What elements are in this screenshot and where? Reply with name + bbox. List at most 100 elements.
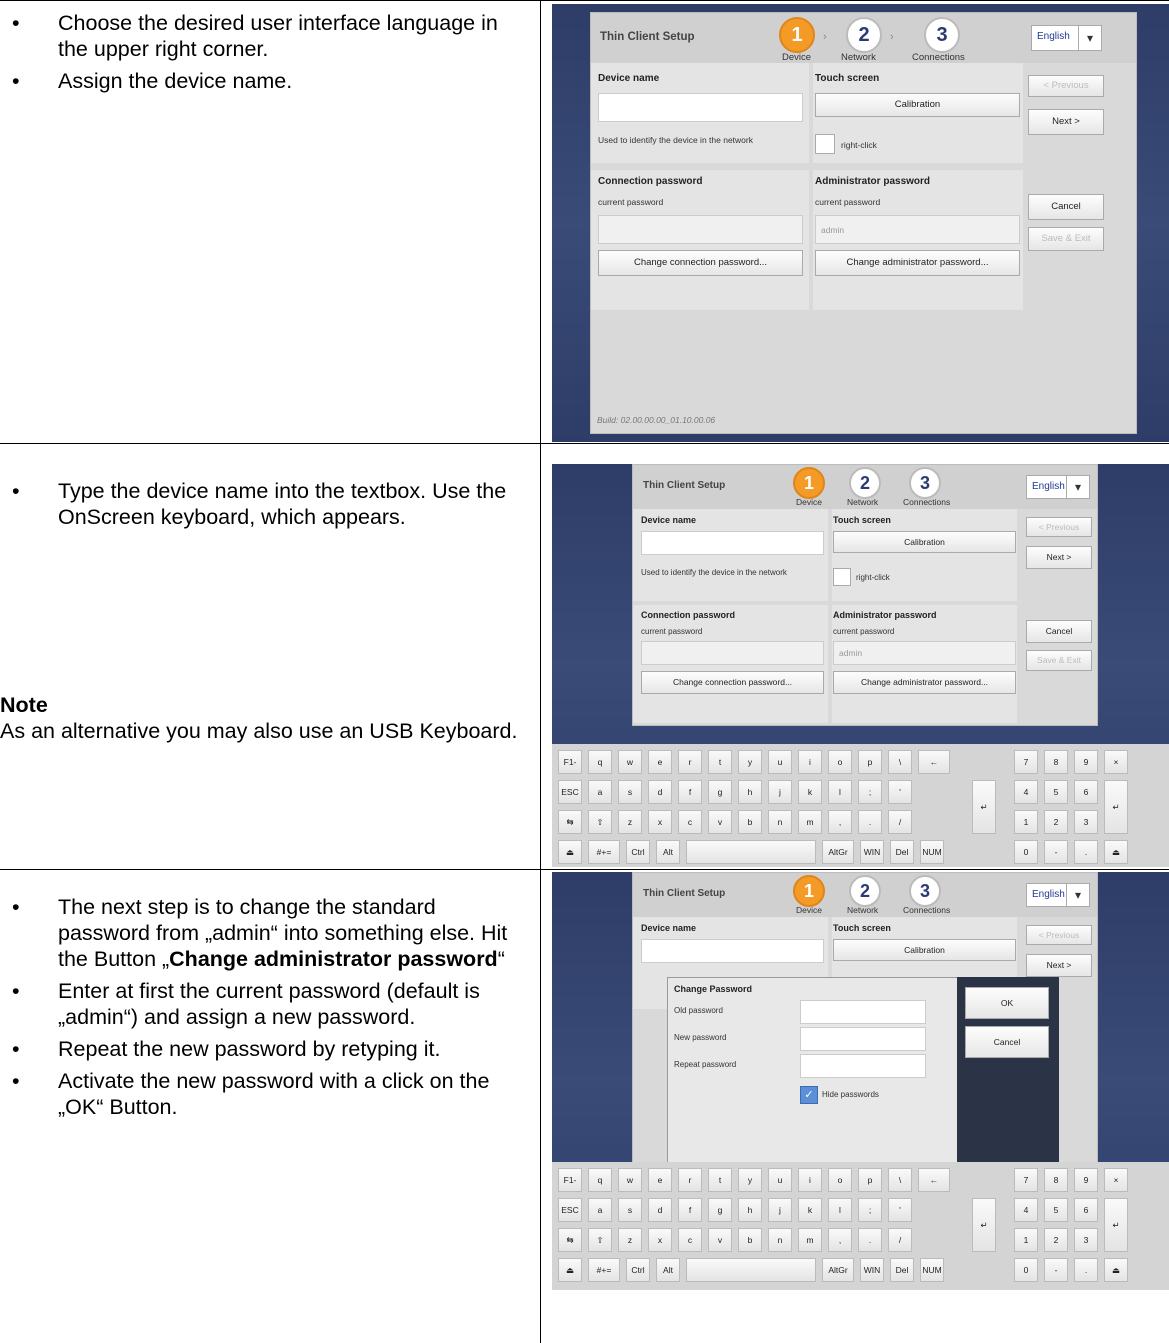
- right-click-checkbox[interactable]: [833, 568, 851, 586]
- keyboard-key[interactable]: ;: [858, 780, 882, 804]
- keyboard-key[interactable]: ⇆: [558, 1228, 582, 1252]
- numpad-key[interactable]: -: [1044, 1258, 1068, 1282]
- next-button[interactable]: Next >: [1026, 954, 1092, 977]
- language-select[interactable]: English ▾: [1026, 475, 1090, 499]
- device-name-input[interactable]: [598, 93, 803, 122]
- keyboard-key[interactable]: j: [768, 780, 792, 804]
- keyboard-key[interactable]: ←: [918, 750, 950, 774]
- cancel-button[interactable]: Cancel: [1026, 620, 1092, 643]
- keyboard-key[interactable]: w: [618, 1168, 642, 1192]
- keyboard-key[interactable]: p: [858, 750, 882, 774]
- eject-icon[interactable]: ⏏: [1104, 1258, 1128, 1282]
- checkmark-icon[interactable]: ✓: [800, 1086, 818, 1104]
- keyboard-key[interactable]: j: [768, 1198, 792, 1222]
- keyboard-key[interactable]: ;: [858, 1198, 882, 1222]
- keyboard-key[interactable]: ,: [828, 1228, 852, 1252]
- numpad-key[interactable]: .: [1074, 1258, 1098, 1282]
- keyboard-key[interactable]: o: [828, 1168, 852, 1192]
- numpad-key[interactable]: 1: [1014, 810, 1038, 834]
- keyboard-key[interactable]: NUM: [920, 840, 944, 864]
- space-key[interactable]: [686, 1258, 816, 1282]
- keyboard-key[interactable]: #+=: [588, 840, 620, 864]
- step-2-icon[interactable]: 2: [849, 467, 881, 499]
- language-select[interactable]: English ▾: [1031, 25, 1102, 51]
- keyboard-key[interactable]: ,: [828, 810, 852, 834]
- keyboard-key[interactable]: Ctrl: [626, 840, 650, 864]
- numpad-key[interactable]: 4: [1014, 1198, 1038, 1222]
- keyboard-key[interactable]: ': [888, 780, 912, 804]
- keyboard-key[interactable]: s: [618, 780, 642, 804]
- keyboard-key[interactable]: Ctrl: [626, 1258, 650, 1282]
- step-3-icon[interactable]: 3: [924, 17, 960, 53]
- keyboard-key[interactable]: x: [648, 810, 672, 834]
- step-2-icon[interactable]: 2: [849, 875, 881, 907]
- numpad-key[interactable]: -: [1044, 840, 1068, 864]
- change-admin-password-button[interactable]: Change administrator password...: [815, 250, 1020, 276]
- keyboard-key[interactable]: l: [828, 780, 852, 804]
- keyboard-key[interactable]: c: [678, 1228, 702, 1252]
- keyboard-key[interactable]: h: [738, 780, 762, 804]
- keyboard-key[interactable]: ESC: [558, 780, 582, 804]
- keyboard-key[interactable]: Alt: [656, 840, 680, 864]
- keyboard-key[interactable]: u: [768, 1168, 792, 1192]
- calibration-button[interactable]: Calibration: [833, 939, 1016, 961]
- keyboard-key[interactable]: \: [888, 750, 912, 774]
- previous-button[interactable]: < Previous: [1026, 925, 1092, 945]
- keyboard-key[interactable]: g: [708, 1198, 732, 1222]
- device-name-input[interactable]: [641, 939, 824, 963]
- keyboard-key[interactable]: F1-12: [558, 1168, 582, 1207]
- keyboard-key[interactable]: ESC: [558, 1198, 582, 1222]
- keyboard-key[interactable]: ⏏: [558, 840, 582, 864]
- numpad-key[interactable]: 7: [1014, 750, 1038, 774]
- change-connection-password-button[interactable]: Change connection password...: [641, 671, 824, 694]
- step-3-icon[interactable]: 3: [909, 875, 941, 907]
- keyboard-key[interactable]: Del: [890, 1258, 914, 1282]
- keyboard-key[interactable]: u: [768, 750, 792, 774]
- next-button[interactable]: Next >: [1026, 546, 1092, 569]
- numpad-enter-key[interactable]: ↵: [1104, 780, 1128, 834]
- ok-button[interactable]: OK: [965, 987, 1049, 1019]
- keyboard-key[interactable]: p: [858, 1168, 882, 1192]
- admin-password-input[interactable]: admin: [815, 215, 1020, 244]
- keyboard-key[interactable]: s: [618, 1198, 642, 1222]
- enter-key[interactable]: ↵: [972, 780, 996, 834]
- keyboard-key[interactable]: b: [738, 810, 762, 834]
- numpad-key[interactable]: 9: [1074, 1168, 1098, 1192]
- keyboard-key[interactable]: r: [678, 750, 702, 774]
- keyboard-key[interactable]: Del: [890, 840, 914, 864]
- previous-button[interactable]: < Previous: [1026, 517, 1092, 537]
- keyboard-key[interactable]: WIN: [860, 840, 884, 864]
- numpad-key[interactable]: 7: [1014, 1168, 1038, 1192]
- keyboard-key[interactable]: Alt: [656, 1258, 680, 1282]
- numpad-key[interactable]: 4: [1014, 780, 1038, 804]
- keyboard-key[interactable]: q: [588, 1168, 612, 1192]
- keyboard-key[interactable]: r: [678, 1168, 702, 1192]
- repeat-password-input[interactable]: [800, 1054, 926, 1078]
- keyboard-key[interactable]: i: [798, 750, 822, 774]
- keyboard-key[interactable]: a: [588, 1198, 612, 1222]
- numpad-key[interactable]: 8: [1044, 750, 1068, 774]
- keyboard-key[interactable]: k: [798, 780, 822, 804]
- save-exit-button[interactable]: Save & Exit: [1026, 650, 1092, 671]
- keyboard-key[interactable]: v: [708, 1228, 732, 1252]
- step-3-icon[interactable]: 3: [909, 467, 941, 499]
- keyboard-key[interactable]: t: [708, 750, 732, 774]
- numpad-key[interactable]: 5: [1044, 1198, 1068, 1222]
- keyboard-key[interactable]: b: [738, 1228, 762, 1252]
- keyboard-key[interactable]: m: [798, 1228, 822, 1252]
- keyboard-key[interactable]: i: [798, 1168, 822, 1192]
- keyboard-key[interactable]: h: [738, 1198, 762, 1222]
- connection-password-input[interactable]: [641, 641, 824, 665]
- keyboard-key[interactable]: v: [708, 810, 732, 834]
- eject-icon[interactable]: ⏏: [1104, 840, 1128, 864]
- old-password-input[interactable]: [800, 1000, 926, 1024]
- enter-key[interactable]: ↵: [972, 1198, 996, 1252]
- numpad-key[interactable]: 2: [1044, 810, 1068, 834]
- keyboard-key[interactable]: n: [768, 1228, 792, 1252]
- right-click-checkbox[interactable]: [815, 134, 835, 154]
- keyboard-key[interactable]: k: [798, 1198, 822, 1222]
- numpad-key[interactable]: 0: [1014, 840, 1038, 864]
- keyboard-key[interactable]: l: [828, 1198, 852, 1222]
- keyboard-key[interactable]: WIN: [860, 1258, 884, 1282]
- numpad-key[interactable]: 8: [1044, 1168, 1068, 1192]
